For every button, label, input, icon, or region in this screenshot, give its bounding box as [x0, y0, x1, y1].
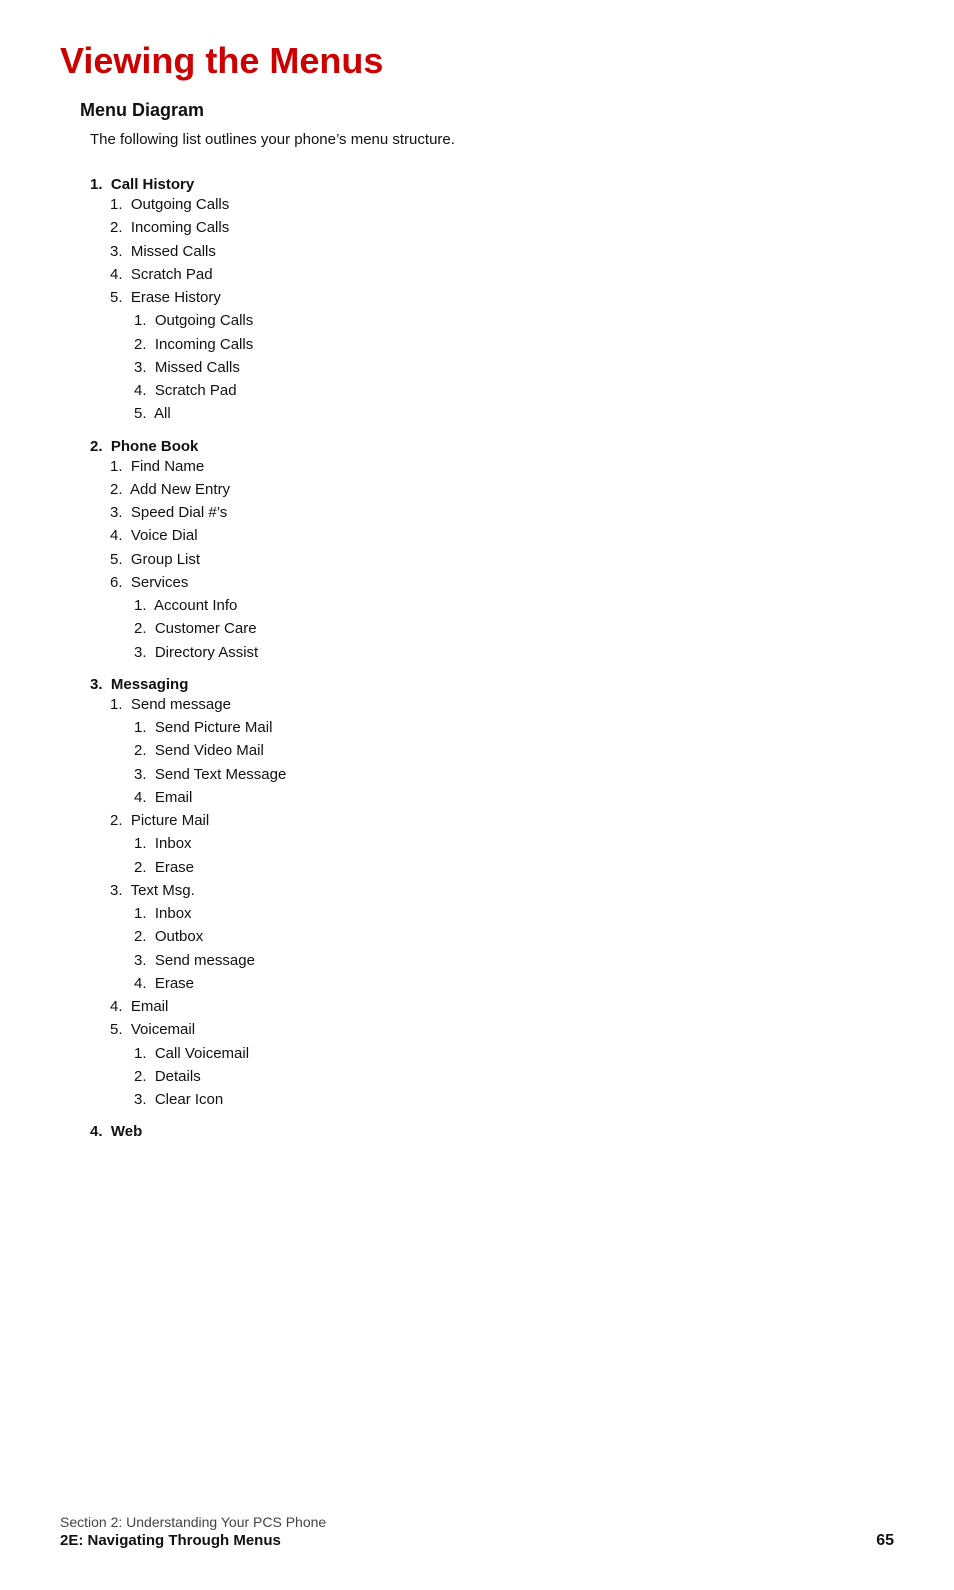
list-item: 1. Call Voicemail: [134, 1042, 894, 1065]
top-menu-item: 1. Call History1. Outgoing Calls2. Incom…: [90, 176, 894, 426]
list-item: 3. Missed Calls: [110, 240, 894, 263]
top-item-label: 1. Call History: [90, 176, 894, 193]
list-item: 4. Email: [134, 786, 894, 809]
list-item: 3. Missed Calls: [134, 356, 894, 379]
list-item: 1. Inbox: [134, 832, 894, 855]
list-item: 2. Incoming Calls: [134, 333, 894, 356]
list-item: 1. Outgoing Calls: [110, 193, 894, 216]
list-item: 3. Speed Dial #’s: [110, 501, 894, 524]
list-item: 2. Outbox: [134, 925, 894, 948]
sub-sub-list: 1. Account Info2. Customer Care3. Direct…: [134, 594, 894, 664]
footer-page-number: 65: [876, 1532, 894, 1550]
sub-sub-list: 1. Inbox2. Erase: [134, 832, 894, 879]
sub-sub-list: 1. Inbox2. Outbox3. Send message4. Erase: [134, 902, 894, 995]
footer-section: Section 2: Understanding Your PCS Phone: [60, 1514, 894, 1530]
list-item: 5. Group List: [110, 548, 894, 571]
list-item: 1. Send Picture Mail: [134, 716, 894, 739]
list-item: 3. Clear Icon: [134, 1088, 894, 1111]
list-item: 5. Erase History1. Outgoing Calls2. Inco…: [110, 286, 894, 426]
top-menu-item: 4. Web: [90, 1123, 894, 1140]
list-item: 2. Add New Entry: [110, 478, 894, 501]
list-item: 3. Text Msg.1. Inbox2. Outbox3. Send mes…: [110, 879, 894, 995]
top-item-label: 4. Web: [90, 1123, 894, 1140]
list-item: 2. Customer Care: [134, 617, 894, 640]
list-item: 1. Find Name: [110, 455, 894, 478]
list-item: 3. Send Text Message: [134, 763, 894, 786]
list-item: 4. Voice Dial: [110, 524, 894, 547]
top-item-label: 3. Messaging: [90, 676, 894, 693]
footer-nav-label: 2E: Navigating Through Menus: [60, 1532, 281, 1549]
sub-sub-list: 1. Send Picture Mail2. Send Video Mail3.…: [134, 716, 894, 809]
list-item: 4. Scratch Pad: [110, 263, 894, 286]
list-item: 1. Send message1. Send Picture Mail2. Se…: [110, 693, 894, 809]
menu-list: 1. Call History1. Outgoing Calls2. Incom…: [90, 176, 894, 1140]
list-item: 2. Picture Mail1. Inbox2. Erase: [110, 809, 894, 879]
list-item: 5. Voicemail1. Call Voicemail2. Details3…: [110, 1018, 894, 1111]
page-title: Viewing the Menus: [60, 40, 894, 82]
sub-list: 1. Send message1. Send Picture Mail2. Se…: [110, 693, 894, 1112]
top-menu-item: 2. Phone Book1. Find Name2. Add New Entr…: [90, 438, 894, 664]
intro-text: The following list outlines your phone’s…: [90, 131, 894, 148]
list-item: 2. Incoming Calls: [110, 216, 894, 239]
list-item: 1. Account Info: [134, 594, 894, 617]
footer-bottom: 2E: Navigating Through Menus 65: [60, 1532, 894, 1550]
list-item: 1. Outgoing Calls: [134, 309, 894, 332]
list-item: 4. Erase: [134, 972, 894, 995]
sub-sub-list: 1. Call Voicemail2. Details3. Clear Icon: [134, 1042, 894, 1112]
list-item: 6. Services1. Account Info2. Customer Ca…: [110, 571, 894, 664]
sub-list: 1. Outgoing Calls2. Incoming Calls3. Mis…: [110, 193, 894, 426]
list-item: 5. All: [134, 402, 894, 425]
sub-list: 1. Find Name2. Add New Entry3. Speed Dia…: [110, 455, 894, 664]
list-item: 4. Scratch Pad: [134, 379, 894, 402]
sub-sub-list: 1. Outgoing Calls2. Incoming Calls3. Mis…: [134, 309, 894, 425]
list-item: 3. Send message: [134, 949, 894, 972]
list-item: 2. Send Video Mail: [134, 739, 894, 762]
footer: Section 2: Understanding Your PCS Phone …: [60, 1514, 894, 1550]
list-item: 2. Details: [134, 1065, 894, 1088]
section-heading: Menu Diagram: [80, 100, 894, 121]
list-item: 2. Erase: [134, 856, 894, 879]
list-item: 4. Email: [110, 995, 894, 1018]
list-item: 1. Inbox: [134, 902, 894, 925]
top-menu-item: 3. Messaging1. Send message1. Send Pictu…: [90, 676, 894, 1112]
top-item-label: 2. Phone Book: [90, 438, 894, 455]
list-item: 3. Directory Assist: [134, 641, 894, 664]
